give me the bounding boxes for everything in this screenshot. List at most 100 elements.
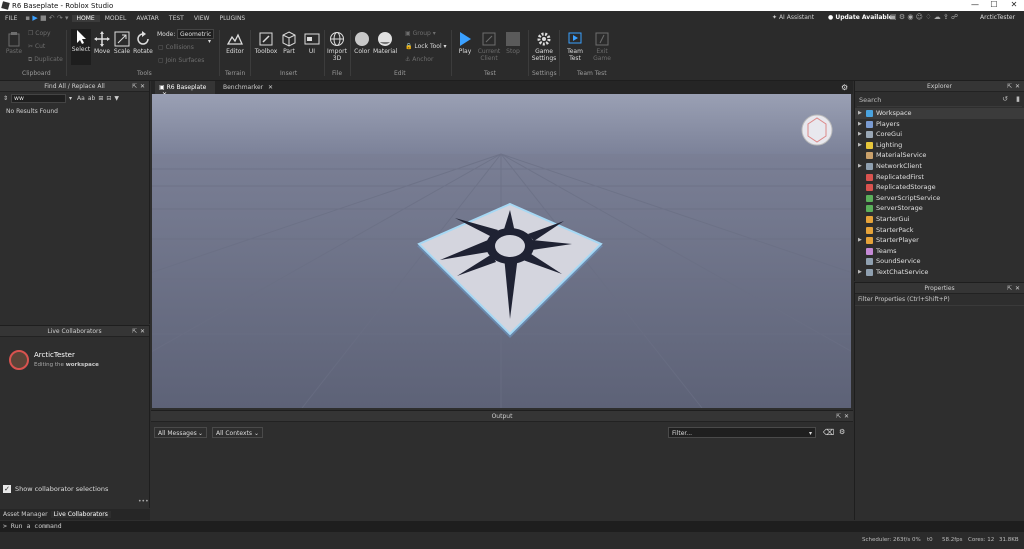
explorer-item[interactable]: StarterPack	[855, 225, 1024, 236]
more-icon[interactable]: •••	[138, 498, 149, 505]
ai-assistant-button[interactable]: ✦ AI Assistant	[772, 14, 814, 21]
expand-arrow-icon[interactable]: ▶	[858, 119, 862, 130]
menu-test[interactable]: TEST	[164, 15, 189, 22]
close-icon[interactable]: ✕	[1015, 285, 1020, 292]
messages-dropdown[interactable]: All Messages ⌄	[154, 427, 207, 438]
move-button[interactable]: Move	[92, 31, 112, 55]
explorer-item[interactable]: ReplicatedFirst	[855, 172, 1024, 183]
join-surfaces-toggle[interactable]: ▢ Join Surfaces	[158, 57, 204, 64]
scale-button[interactable]: Scale	[112, 31, 132, 55]
explorer-item[interactable]: MaterialService	[855, 150, 1024, 161]
tab-r6-baseplate[interactable]: ▣ R6 Baseplate ✕	[155, 81, 215, 98]
output-settings-icon[interactable]: ⚙	[839, 428, 845, 436]
filter-icon[interactable]: ▼	[114, 95, 119, 102]
expand-arrow-icon[interactable]: ▶	[858, 108, 862, 119]
expand-arrow-icon[interactable]: ▶	[858, 140, 862, 151]
current-client-button[interactable]: Current Client	[477, 31, 501, 62]
clear-output-icon[interactable]: ⌫	[823, 428, 834, 437]
pin-icon[interactable]: ⇱	[132, 83, 137, 90]
view-cube-icon[interactable]	[801, 114, 833, 146]
explorer-item[interactable]: ServerStorage	[855, 203, 1024, 214]
match-case-toggle[interactable]: Aa	[77, 95, 85, 102]
tab-benchmarker[interactable]: Benchmarker ✕	[223, 84, 273, 91]
user-name[interactable]: ArcticTester	[980, 14, 1015, 21]
explorer-item[interactable]: ▶ CoreGui	[855, 129, 1024, 140]
exit-game-button[interactable]: Exit Game	[591, 31, 613, 62]
minimize-button[interactable]: —	[966, 0, 984, 9]
toolbar-icons[interactable]: ▣ ⚙ ◉ ☺ ♢ ☁ ⇪ ☍	[890, 13, 958, 21]
close-icon[interactable]: ✕	[140, 328, 145, 335]
explorer-item[interactable]: ReplicatedStorage	[855, 182, 1024, 193]
game-settings-button[interactable]: Game Settings	[531, 31, 557, 62]
menu-file[interactable]: FILE	[0, 15, 22, 22]
duplicate-button[interactable]: ⧉ Duplicate	[28, 56, 63, 64]
group-button[interactable]: ▣ Group ▾	[405, 30, 436, 37]
explorer-item[interactable]: ▶ TextChatService	[855, 267, 1024, 278]
menu-plugins[interactable]: PLUGINS	[214, 15, 250, 22]
tab-live-collaborators[interactable]: Live Collaborators	[50, 511, 111, 518]
filter-icon[interactable]: ▮	[1016, 95, 1020, 103]
rotate-button[interactable]: Rotate	[133, 31, 153, 55]
cut-button[interactable]: ✂ Cut	[28, 43, 45, 50]
import-3d-button[interactable]: Import 3D	[326, 31, 348, 62]
team-test-button[interactable]: Team Test	[564, 31, 586, 62]
command-input[interactable]: Run a command	[11, 522, 62, 530]
whole-word-toggle[interactable]: ab	[88, 95, 96, 102]
material-button[interactable]: Material	[373, 31, 397, 55]
find-input[interactable]: ww	[11, 94, 67, 103]
menu-model[interactable]: MODEL	[100, 15, 132, 22]
properties-filter-input[interactable]: Filter Properties (Ctrl+Shift+P)	[855, 294, 1024, 306]
maximize-button[interactable]: ☐	[985, 0, 1003, 9]
scope-icon[interactable]: ⊟	[106, 95, 111, 102]
expand-arrow-icon[interactable]: ▶	[858, 161, 862, 172]
explorer-item[interactable]: ServerScriptService	[855, 193, 1024, 204]
update-available-button[interactable]: ● Update Available	[828, 14, 893, 21]
viewport-scene[interactable]	[152, 94, 851, 408]
pin-icon[interactable]: ⇱	[836, 413, 841, 420]
close-icon[interactable]: ✕	[844, 413, 849, 420]
menu-avatar[interactable]: AVATAR	[131, 15, 164, 22]
expand-arrow-icon[interactable]: ▶	[858, 129, 862, 140]
explorer-item[interactable]: ▶ Workspace	[855, 108, 1024, 119]
explorer-item[interactable]: ▶ Players	[855, 119, 1024, 130]
expand-arrow-icon[interactable]: ▶	[858, 235, 862, 246]
tab-asset-manager[interactable]: Asset Manager	[0, 511, 51, 518]
explorer-item[interactable]: ▶ StarterPlayer	[855, 235, 1024, 246]
output-filter-input[interactable]: Filter... ▾	[668, 427, 816, 438]
menu-view[interactable]: VIEW	[189, 15, 215, 22]
3d-viewport[interactable]	[152, 94, 851, 408]
anchor-button[interactable]: ⚓ Anchor	[405, 56, 433, 63]
explorer-item[interactable]: Teams	[855, 246, 1024, 257]
close-icon[interactable]: ✕	[1015, 83, 1020, 90]
pin-icon[interactable]: ⇱	[1007, 83, 1012, 90]
terrain-editor-button[interactable]: Editor	[223, 31, 247, 55]
regex-icon[interactable]: ⊞	[98, 95, 103, 102]
color-button[interactable]: Color	[353, 31, 371, 55]
explorer-item[interactable]: SoundService	[855, 256, 1024, 267]
toolbox-button[interactable]: Toolbox	[254, 31, 278, 55]
history-icon[interactable]: ▾	[69, 95, 72, 102]
pin-icon[interactable]: ⇱	[132, 328, 137, 335]
collisions-toggle[interactable]: ▢ Collisions	[158, 44, 194, 51]
explorer-item[interactable]: ▶ NetworkClient	[855, 161, 1024, 172]
close-icon[interactable]: ✕	[140, 83, 145, 90]
copy-button[interactable]: ❐ Copy	[28, 30, 51, 37]
show-selections-checkbox[interactable]: ✓ Show collaborator selections	[3, 485, 108, 493]
explorer-item[interactable]: StarterGui	[855, 214, 1024, 225]
menu-home[interactable]: HOME	[71, 14, 100, 22]
expand-arrow-icon[interactable]: ▶	[858, 267, 862, 278]
collapse-icon[interactable]: ⇕	[3, 95, 8, 102]
explorer-item[interactable]: ▶ Lighting	[855, 140, 1024, 151]
explorer-search-input[interactable]: Search	[859, 96, 881, 104]
lock-tool-button[interactable]: 🔒 Lock Tool ▾	[405, 43, 447, 50]
viewport-settings-icon[interactable]: ⚙	[841, 83, 848, 92]
contexts-dropdown[interactable]: All Contexts ⌄	[212, 427, 263, 438]
close-button[interactable]: ✕	[1005, 0, 1023, 9]
stop-button[interactable]: Stop	[503, 31, 523, 55]
mode-dropdown[interactable]: Geometric ▾	[177, 29, 214, 45]
pin-icon[interactable]: ⇱	[1007, 285, 1012, 292]
select-button[interactable]: Select	[71, 29, 91, 65]
paste-button[interactable]: Paste	[4, 31, 24, 55]
part-button[interactable]: Part	[280, 31, 298, 55]
ui-button[interactable]: UI	[303, 31, 321, 55]
